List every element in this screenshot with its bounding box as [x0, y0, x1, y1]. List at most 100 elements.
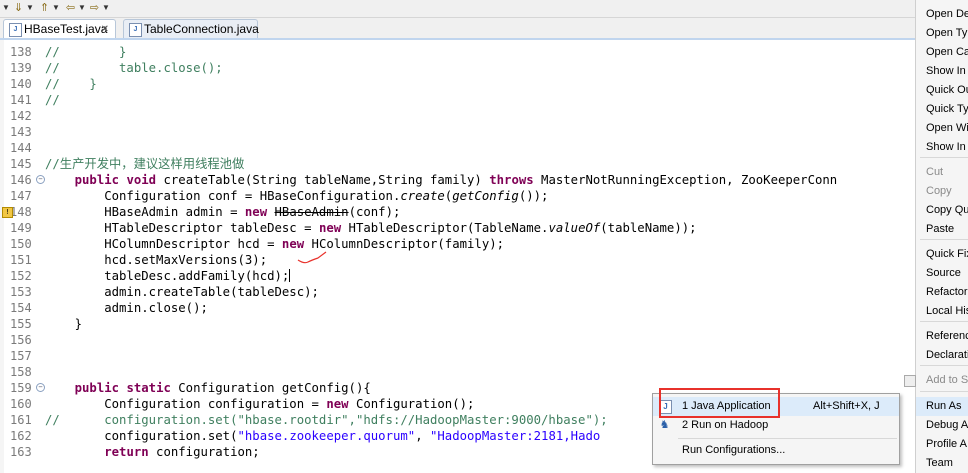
line-number: 158: [10, 365, 32, 379]
back-icon[interactable]: ⇦: [64, 2, 77, 15]
line-number: 143: [10, 125, 32, 139]
line-number: 154: [10, 301, 32, 315]
tab-label: HBaseTest.java: [24, 22, 108, 36]
line-number: 159: [10, 381, 32, 395]
highlight-box: [659, 388, 780, 418]
context-menu-item[interactable]: Quick Ty: [926, 100, 968, 119]
context-menu-item[interactable]: Profile A: [926, 435, 968, 454]
code-text: // table.close();: [45, 61, 223, 75]
code-line[interactable]: 156: [0, 332, 915, 348]
context-menu-item[interactable]: Show In: [926, 138, 968, 157]
code-line[interactable]: 139 // table.close();: [0, 60, 915, 76]
menu-item-label: 2 Run on Hadoop: [682, 419, 769, 431]
line-number: 153: [10, 285, 32, 299]
menu-item-label: Run Configurations...: [682, 444, 786, 456]
code-line[interactable]: 147 Configuration conf = HBaseConfigurat…: [0, 188, 915, 204]
code-line[interactable]: 150 HColumnDescriptor hcd = new HColumnD…: [0, 236, 915, 252]
code-text: // }: [45, 45, 127, 59]
line-number: 149: [10, 221, 32, 235]
code-text: public static Configuration getConfig(){: [74, 381, 371, 395]
context-menu-item[interactable]: Quick Fix: [926, 245, 968, 264]
code-text: //: [45, 93, 60, 107]
code-text: admin.createTable(tableDesc);: [45, 285, 319, 299]
forward-icon[interactable]: ⇨: [88, 2, 101, 15]
code-line[interactable]: 145 //生产开发中，建议这样用线程池做: [0, 156, 915, 172]
line-number: 139: [10, 61, 32, 75]
fold-toggle-icon[interactable]: −: [36, 383, 45, 392]
context-menu-item[interactable]: Show In: [926, 62, 968, 81]
context-menu-item[interactable]: Team: [926, 454, 968, 473]
context-menu-item[interactable]: Open Wi: [926, 119, 968, 138]
java-file-icon: J: [9, 23, 22, 37]
context-menu-item: Cut: [926, 166, 944, 178]
menu-separator: [678, 438, 897, 439]
code-text: HColumnDescriptor hcd = new HColumnDescr…: [45, 237, 505, 251]
dropdown-arrow-icon[interactable]: ▼: [26, 3, 34, 12]
dropdown-arrow-icon[interactable]: ▼: [2, 3, 10, 12]
code-line[interactable]: 155 }: [0, 316, 915, 332]
code-line[interactable]: 146− public void createTable(String tabl…: [0, 172, 915, 188]
context-menu-item[interactable]: Open Ca: [926, 43, 968, 62]
code-line[interactable]: 153 admin.createTable(tableDesc);: [0, 284, 915, 300]
context-menu-item[interactable]: Debug A: [926, 416, 968, 435]
menu-item-run-on-hadoop[interactable]: ♞ 2 Run on Hadoop: [653, 416, 899, 435]
code-line[interactable]: 151 hcd.setMaxVersions(3);: [0, 252, 915, 268]
line-number: 162: [10, 429, 32, 443]
line-number: 138: [10, 45, 32, 59]
code-text: Configuration conf = HBaseConfiguration.…: [45, 189, 549, 203]
code-text: configuration.set("hbase.zookeeper.quoru…: [45, 429, 601, 443]
code-line[interactable]: 148! HBaseAdmin admin = new HBaseAdmin(c…: [0, 204, 915, 220]
context-menu-item[interactable]: Copy Qu: [926, 201, 968, 220]
main-toolbar: ▼ ⇓ ▼ ⇑ ▼ ⇦ ▼ ⇨ ▼: [0, 0, 915, 18]
code-text: HBaseAdmin admin = new HBaseAdmin(conf);: [45, 205, 401, 219]
line-number: 156: [10, 333, 32, 347]
code-text: }: [45, 317, 83, 331]
code-text: // configuration.set("hbase.rootdir","hd…: [45, 413, 608, 427]
close-icon[interactable]: ✕: [101, 20, 109, 39]
previous-annotation-icon[interactable]: ⇑: [38, 2, 51, 15]
context-menu-item[interactable]: Refactor: [926, 283, 968, 302]
context-menu-item[interactable]: Declaratio: [926, 346, 968, 365]
code-line[interactable]: 140 // }: [0, 76, 915, 92]
context-menu-item[interactable]: Open Typ: [926, 24, 968, 43]
code-line[interactable]: 154 admin.close();: [0, 300, 915, 316]
code-line[interactable]: 142: [0, 108, 915, 124]
shortcut-label: Alt+Shift+X, J: [813, 400, 880, 412]
code-line[interactable]: 144: [0, 140, 915, 156]
code-text: admin.close();: [45, 301, 208, 315]
code-line[interactable]: 158: [0, 364, 915, 380]
code-line[interactable]: 152 tableDesc.addFamily(hcd);: [0, 268, 915, 284]
line-number: 146: [10, 173, 32, 187]
code-text: hcd.setMaxVersions(3);: [45, 253, 268, 267]
tab-hbasetest[interactable]: J HBaseTest.java ✕: [3, 19, 116, 38]
code-line[interactable]: 138 // }: [0, 44, 915, 60]
context-menu-item[interactable]: Run As: [926, 397, 968, 416]
dropdown-arrow-icon[interactable]: ▼: [78, 3, 86, 12]
menu-separator: [920, 365, 968, 366]
context-menu-item[interactable]: Paste: [926, 220, 968, 239]
next-annotation-icon[interactable]: ⇓: [12, 2, 25, 15]
editor-context-menu: Open DeOpen TypOpen CaShow InQuick OuQui…: [904, 0, 968, 473]
code-line[interactable]: 157: [0, 348, 915, 364]
line-number: 144: [10, 141, 32, 155]
code-line[interactable]: 149 HTableDescriptor tableDesc = new HTa…: [0, 220, 915, 236]
line-number: 157: [10, 349, 32, 363]
code-text: public void createTable(String tableName…: [74, 173, 838, 187]
code-text: //生产开发中，建议这样用线程池做: [45, 157, 245, 171]
dropdown-arrow-icon[interactable]: ▼: [102, 3, 110, 12]
context-menu-item[interactable]: Referenc: [926, 327, 968, 346]
context-menu-item[interactable]: Source: [926, 264, 968, 283]
context-menu-item[interactable]: Open De: [926, 5, 968, 24]
text-cursor: [289, 269, 291, 282]
context-menu-item[interactable]: Local His: [926, 302, 968, 321]
tab-tableconnection[interactable]: J TableConnection.java: [123, 19, 259, 38]
line-number: 145: [10, 157, 32, 171]
code-line[interactable]: 141 //: [0, 92, 915, 108]
dropdown-arrow-icon[interactable]: ▼: [52, 3, 60, 12]
code-line[interactable]: 143: [0, 124, 915, 140]
fold-toggle-icon[interactable]: −: [36, 175, 45, 184]
warning-icon[interactable]: !: [2, 207, 13, 218]
menu-item-run-configurations[interactable]: Run Configurations...: [653, 441, 899, 460]
code-text: tableDesc.addFamily(hcd);: [45, 269, 291, 283]
context-menu-item[interactable]: Quick Ou: [926, 81, 968, 100]
